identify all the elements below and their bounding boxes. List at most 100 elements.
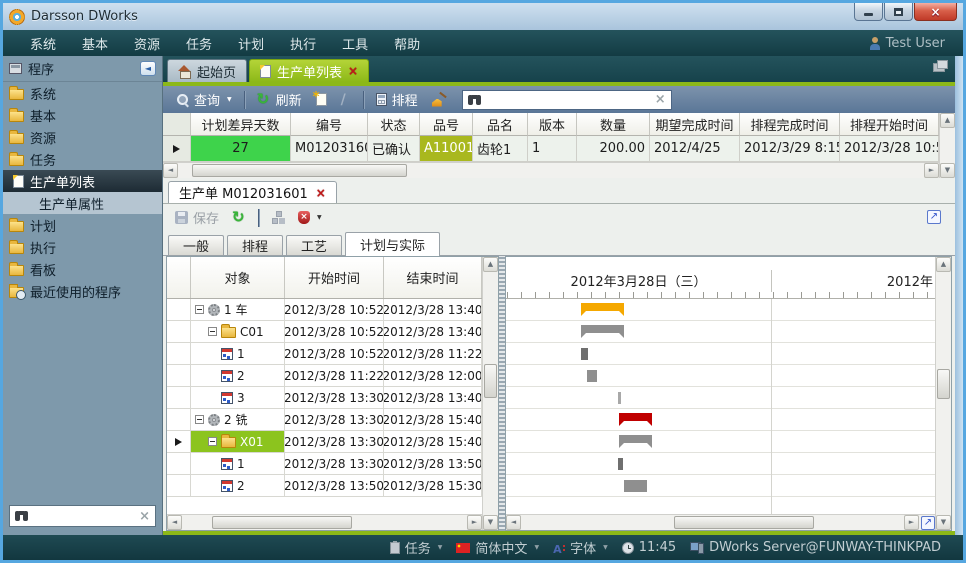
tree-object-cell[interactable]: C01 xyxy=(191,321,285,343)
icon-button[interactable] xyxy=(336,91,356,108)
minimize-button[interactable] xyxy=(854,3,883,21)
maximize-button[interactable] xyxy=(884,3,913,21)
scroll-down-icon[interactable]: ▼ xyxy=(940,163,955,178)
menu-item[interactable]: 执行 xyxy=(277,31,329,56)
gantt-bar-summary[interactable] xyxy=(619,413,652,421)
toolbar-search-input[interactable] xyxy=(486,93,650,107)
gantt-bar-summary[interactable] xyxy=(581,303,624,311)
gantt-bar-summary[interactable] xyxy=(619,435,652,443)
tree-row[interactable]: 12012/3/28 13:302012/3/28 13:50 xyxy=(167,453,482,475)
status-item[interactable]: 简体中文▼ xyxy=(456,538,539,557)
tree-column-header[interactable]: 结束时间 xyxy=(384,257,482,298)
scroll-up-icon[interactable]: ▲ xyxy=(940,113,955,128)
tree-row[interactable]: 1 车2012/3/28 10:522012/3/28 13:40 xyxy=(167,299,482,321)
icon-button[interactable] xyxy=(427,91,452,109)
grid-data-row[interactable]: 27M012031601已确认A11001齿轮11200.002012/4/25… xyxy=(163,136,939,162)
toolbar-search-clear-icon[interactable]: × xyxy=(655,93,666,106)
tree-column-header[interactable]: 对象 xyxy=(191,257,285,298)
icon-button[interactable]: ▼ xyxy=(294,209,326,226)
gantt-navigate-icon[interactable] xyxy=(921,516,935,530)
button[interactable]: 刷新 xyxy=(252,88,307,111)
scroll-right-icon[interactable]: ► xyxy=(904,515,919,530)
tab-close-icon[interactable]: × xyxy=(348,65,358,77)
subtab[interactable]: 计划与实际 xyxy=(345,232,440,256)
tree-row[interactable]: 12012/3/28 10:522012/3/28 11:22 xyxy=(167,343,482,365)
cascade-windows-icon[interactable] xyxy=(933,63,945,72)
scroll-thumb[interactable] xyxy=(212,516,352,529)
column-header[interactable]: 计划差异天数 xyxy=(191,113,291,136)
tree-expander[interactable] xyxy=(208,437,217,446)
tab-active[interactable]: 生产单列表× xyxy=(249,59,369,82)
menu-item[interactable]: 任务 xyxy=(173,31,225,56)
tree-object-cell[interactable]: 1 车 xyxy=(191,299,285,321)
menu-item[interactable]: 帮助 xyxy=(381,31,433,56)
gantt-bar-task[interactable] xyxy=(587,370,597,382)
menu-item[interactable]: 资源 xyxy=(121,31,173,56)
icon-button[interactable] xyxy=(228,209,250,227)
sidebar-item[interactable]: 生产单属性 xyxy=(3,192,162,214)
scroll-right-icon[interactable]: ► xyxy=(924,163,939,178)
scroll-left-icon[interactable]: ◄ xyxy=(506,515,521,530)
sidebar-item[interactable]: 看板 xyxy=(3,258,162,280)
dropdown-arrow-icon[interactable]: ▼ xyxy=(534,544,539,551)
tree-object-cell[interactable]: 2 xyxy=(191,475,285,497)
dropdown-arrow-icon[interactable]: ▼ xyxy=(227,96,232,103)
tree-expander[interactable] xyxy=(195,415,204,424)
tree-object-cell[interactable]: 1 xyxy=(191,343,285,365)
tree-expander[interactable] xyxy=(208,327,217,336)
sidebar-item[interactable]: 基本 xyxy=(3,104,162,126)
menu-item[interactable]: 系统 xyxy=(17,31,69,56)
scroll-down-icon[interactable]: ▼ xyxy=(936,515,951,530)
dropdown-arrow-icon[interactable]: ▼ xyxy=(438,544,443,551)
button[interactable]: 排程 xyxy=(371,88,423,111)
gantt-bar-task[interactable] xyxy=(618,392,621,404)
gantt-bar-task[interactable] xyxy=(624,480,647,492)
sidebar-collapse-button[interactable]: ◄ xyxy=(140,61,156,76)
sidebar-search-clear-icon[interactable]: × xyxy=(139,510,150,523)
column-header[interactable]: 排程完成时间 xyxy=(740,113,840,136)
menu-item[interactable]: 工具 xyxy=(329,31,381,56)
tree-object-cell[interactable]: 2 xyxy=(191,365,285,387)
order-tab[interactable]: 生产单 M012031601 × xyxy=(168,181,337,203)
dropdown-arrow-icon[interactable]: ▼ xyxy=(603,544,608,551)
scroll-thumb[interactable] xyxy=(937,369,950,399)
tree-row[interactable]: 2 铣2012/3/28 13:302012/3/28 15:40 xyxy=(167,409,482,431)
scroll-up-icon[interactable]: ▲ xyxy=(936,257,951,272)
status-item[interactable]: 任务▼ xyxy=(390,538,443,557)
order-tab-close-icon[interactable]: × xyxy=(316,187,326,199)
column-header[interactable]: 期望完成时间 xyxy=(650,113,740,136)
tree-object-cell[interactable]: 1 xyxy=(191,453,285,475)
close-button[interactable]: × xyxy=(914,3,957,21)
status-item[interactable]: DWorks Server@FUNWAY-THINKPAD xyxy=(690,540,941,555)
open-external-icon[interactable] xyxy=(927,210,941,224)
dropdown-arrow-icon[interactable]: ▼ xyxy=(317,214,322,221)
tree-hscrollbar[interactable]: ◄ ► xyxy=(167,514,482,530)
scroll-right-icon[interactable]: ► xyxy=(467,515,482,530)
scroll-left-icon[interactable]: ◄ xyxy=(167,515,182,530)
sidebar-item[interactable]: 系统 xyxy=(3,82,162,104)
tree-expander[interactable] xyxy=(195,305,204,314)
gantt-bar-task[interactable] xyxy=(618,458,623,470)
icon-button[interactable] xyxy=(311,91,332,108)
status-item[interactable]: 字体▼ xyxy=(553,538,608,557)
gantt-vscrollbar[interactable]: ▲ ▼ xyxy=(935,257,951,530)
grid-hscrollbar[interactable]: ◄ ► xyxy=(163,162,939,178)
icon-button[interactable] xyxy=(267,209,289,226)
tree-vscrollbar[interactable]: ▲ ▼ xyxy=(482,257,498,530)
scroll-thumb[interactable] xyxy=(674,516,814,529)
column-header[interactable]: 状态 xyxy=(368,113,420,136)
tree-object-cell[interactable]: X01 xyxy=(191,431,285,453)
tree-row[interactable]: C012012/3/28 10:522012/3/28 13:40 xyxy=(167,321,482,343)
column-header[interactable]: 数量 xyxy=(577,113,650,136)
button[interactable]: 保存 xyxy=(171,206,223,229)
grid-vscrollbar[interactable]: ▲ ▼ xyxy=(939,113,955,178)
subtab[interactable]: 工艺 xyxy=(286,235,342,255)
subtab[interactable]: 排程 xyxy=(227,235,283,255)
sidebar-item[interactable]: 任务 xyxy=(3,148,162,170)
menu-item[interactable]: 计划 xyxy=(225,31,277,56)
column-header[interactable]: 编号 xyxy=(291,113,368,136)
tree-column-header[interactable]: 开始时间 xyxy=(285,257,384,298)
sidebar-item[interactable]: 执行 xyxy=(3,236,162,258)
scroll-up-icon[interactable]: ▲ xyxy=(483,257,498,272)
sidebar-search-input[interactable] xyxy=(33,509,134,523)
